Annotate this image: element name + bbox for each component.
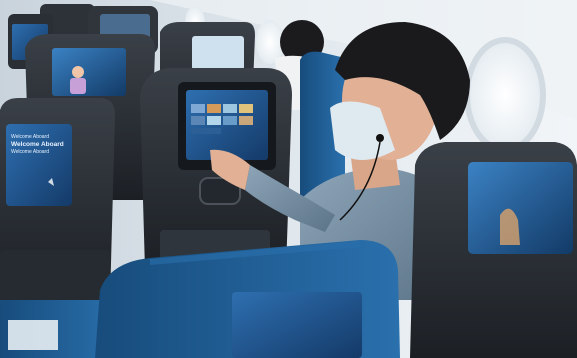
cabin-photo: Welcome Aboard Welcome Aboard Welcome Ab… [0,0,577,358]
cabin-window [464,37,546,153]
seatback-screen [468,162,573,254]
seatback-screen [52,48,126,96]
cabin-illustration [0,0,577,358]
screen-figure [70,78,86,94]
screen-figure [72,66,84,78]
seatback-screen [192,36,244,70]
safety-card [8,320,58,350]
earbud-icon [376,134,384,142]
seatback-screen-foreground [232,292,362,358]
welcome-text-small: Welcome Aboard [11,134,49,140]
welcome-text-title: Welcome Aboard [11,141,64,148]
welcome-text-small: Welcome Aboard [11,149,49,155]
